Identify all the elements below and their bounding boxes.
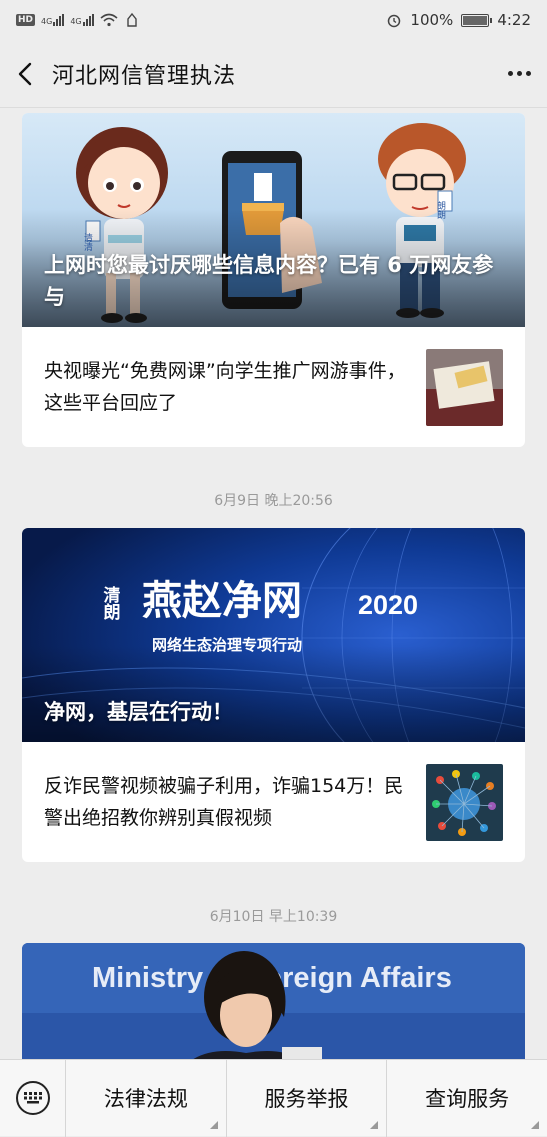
hero-article[interactable]: 清朗 燕赵净网 2020 网络生态治理专项行动 净网，基层在行动！ — [22, 528, 525, 742]
bottom-menu: 法律法规 服务举报 查询服务 — [0, 1059, 547, 1137]
menu-item-laws[interactable]: 法律法规 — [66, 1059, 227, 1137]
sim2-label: 4G — [70, 17, 82, 26]
submenu-indicator-icon — [370, 1120, 379, 1129]
wifi-icon — [100, 13, 118, 27]
nav-bar: 河北网信管理执法 — [0, 40, 547, 108]
submenu-indicator-icon — [209, 1120, 218, 1129]
signal-icon — [53, 14, 65, 26]
keyboard-icon — [15, 1081, 50, 1115]
article-title: 央视曝光“免费网课”向学生推广网游事件，这些平台回应了 — [44, 360, 406, 414]
submenu-indicator-icon — [531, 1120, 540, 1129]
article-card: 清清 朗朗 上网时您最讨厌哪些信息内容？已有 6 万网友参与 央视曝光“免费网课… — [22, 113, 525, 447]
menu-item-label: 查询服务 — [425, 1087, 510, 1111]
sim2-signal: 4G — [70, 14, 94, 26]
more-button[interactable] — [491, 40, 547, 108]
menu-item-label: 服务举报 — [264, 1087, 349, 1111]
menu-item-report[interactable]: 服务举报 — [227, 1059, 388, 1137]
message-timestamp: 6月10日 早上10:39 — [209, 909, 338, 925]
keyboard-toggle-button[interactable] — [0, 1059, 66, 1137]
more-dots-icon — [507, 71, 513, 76]
notification-icon — [126, 12, 137, 27]
battery-icon — [461, 13, 493, 27]
alarm-icon — [388, 14, 401, 28]
article-card: Ministry of Foreign Affairs — [22, 943, 525, 1059]
hero-photo: Ministry of Foreign Affairs — [22, 943, 525, 1059]
menu-item-label: 法律法规 — [103, 1087, 188, 1111]
hero-article[interactable]: 清清 朗朗 上网时您最讨厌哪些信息内容？已有 6 万网友参与 — [22, 113, 525, 327]
banner-small-text: 清朗 — [101, 585, 121, 621]
article-thumbnail — [426, 763, 503, 841]
banner-main-text: 燕赵净网 — [142, 579, 302, 623]
status-bar: HD 4G 4G 100% 4:22 — [0, 0, 547, 40]
article-list-item[interactable]: 反诈民警视频被骗子利用，诈骗154万！民警出绝招教你辨别真假视频 — [22, 742, 525, 862]
battery-percent: 100% — [410, 11, 454, 29]
message-feed[interactable]: 清清 朗朗 上网时您最讨厌哪些信息内容？已有 6 万网友参与 央视曝光“免费网课… — [0, 109, 547, 1059]
banner-subtitle: 网络生态治理专项行动 — [152, 636, 302, 654]
hero-article[interactable]: Ministry of Foreign Affairs — [22, 943, 525, 1059]
message-timestamp: 6月9日 晚上20:56 — [214, 493, 333, 509]
status-left: HD 4G 4G — [16, 12, 140, 28]
page-title: 河北网信管理执法 — [52, 63, 237, 89]
sim1-label: 4G — [41, 17, 53, 26]
hero-title: 上网时您最讨厌哪些信息内容？已有 6 万网友参与 — [44, 253, 494, 309]
hd-badge: HD — [16, 14, 36, 26]
hero-title: 净网，基层在行动！ — [44, 700, 233, 724]
article-list-item[interactable]: 央视曝光“免费网课”向学生推广网游事件，这些平台回应了 — [22, 327, 525, 447]
sim1-signal: 4G — [41, 14, 65, 26]
article-card: 清朗 燕赵净网 2020 网络生态治理专项行动 净网，基层在行动！ 反诈民警视频… — [22, 528, 525, 862]
signal-icon — [82, 14, 94, 26]
article-title: 反诈民警视频被骗子利用，诈骗154万！民警出绝招教你辨别真假视频 — [44, 775, 404, 829]
chevron-left-icon — [18, 62, 32, 85]
menu-item-query[interactable]: 查询服务 — [387, 1060, 547, 1137]
badge-langlang: 朗朗 — [436, 200, 446, 220]
clock: 4:22 — [497, 11, 531, 29]
article-thumbnail — [426, 348, 503, 426]
back-button[interactable] — [0, 40, 50, 108]
status-right: 100% 4:22 — [386, 11, 531, 29]
banner-year: 2020 — [358, 590, 418, 620]
